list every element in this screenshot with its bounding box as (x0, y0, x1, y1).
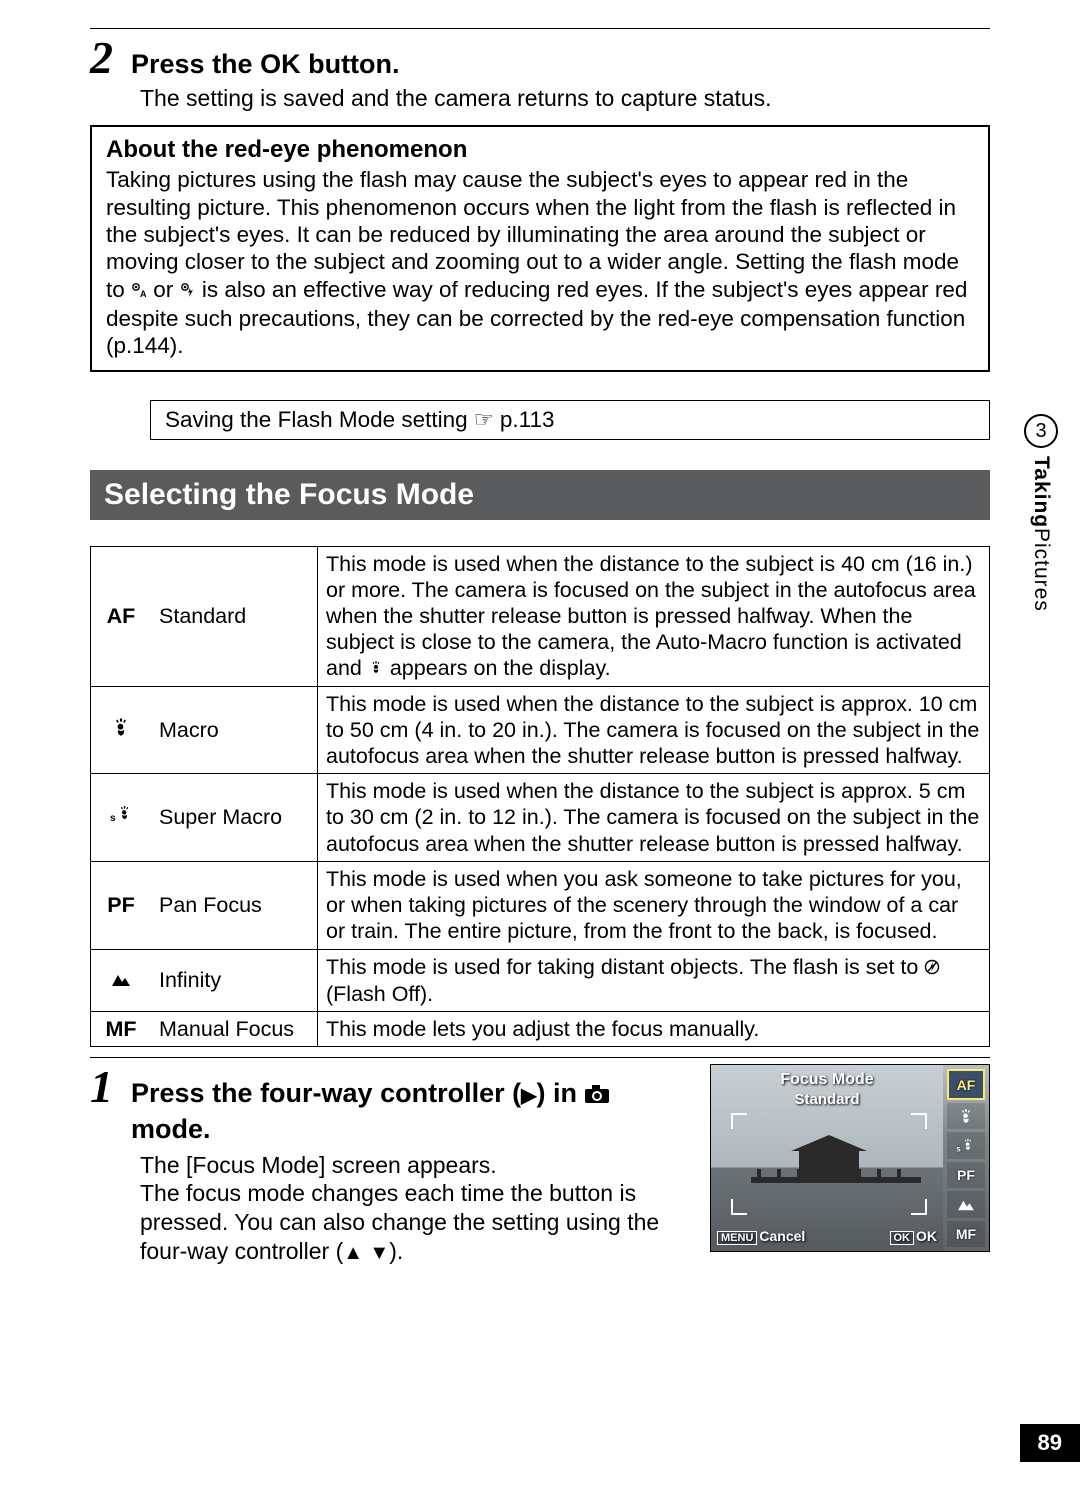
lcd-menu-row: MENUCancel OKOK (717, 1228, 937, 1245)
mode-desc: This mode is used when the distance to t… (318, 546, 990, 686)
redeye-body: Taking pictures using the flash may caus… (106, 166, 974, 359)
up-arrow-icon: ▲ (343, 1242, 363, 1264)
redeye-flash-icon (180, 277, 196, 304)
chapter-title-bold: Taking (1029, 456, 1053, 528)
lcd-option-strip: AF s PF MF (947, 1069, 985, 1247)
svg-text:A: A (140, 289, 147, 298)
step-2-heading: 2 Press the OK button. (90, 28, 990, 82)
mode-name: Super Macro (151, 774, 318, 862)
down-arrow-icon: ▼ (369, 1242, 389, 1264)
af-icon: AF (91, 546, 152, 686)
step-1-title: Press the four-way controller (▶) in mod… (131, 1076, 690, 1146)
lcd-option-pf: PF (947, 1162, 985, 1189)
mode-desc: This mode is used for taking distant obj… (318, 949, 990, 1012)
page-number: 89 (1020, 1424, 1080, 1462)
mode-name: Infinity (151, 949, 318, 1012)
lcd-option-mf: MF (947, 1221, 985, 1248)
table-row: AF Standard This mode is used when the d… (91, 546, 990, 686)
svg-text:s: s (110, 813, 116, 824)
svg-text:s: s (956, 1144, 961, 1153)
lcd-subtitle: Standard (711, 1091, 943, 1108)
lcd-option-infinity (947, 1191, 985, 1218)
text: This mode is used for taking distant obj… (326, 955, 924, 979)
text: Press the (131, 49, 260, 79)
text: AF (107, 604, 136, 628)
chapter-title-rest: Pictures (1029, 528, 1053, 612)
table-row: s Super Macro This mode is used when the… (91, 774, 990, 862)
lcd-screen: Focus Mode Standard MENUCancel OKOK AF s… (710, 1064, 990, 1252)
camera-icon (584, 1084, 610, 1104)
text: mode. (131, 1114, 211, 1144)
text: The [Focus Mode] screen appears. (140, 1151, 690, 1180)
cancel-label: Cancel (759, 1228, 805, 1244)
mode-desc: This mode is used when you ask someone t… (318, 861, 990, 949)
focus-mode-table: AF Standard This mode is used when the d… (90, 546, 990, 1048)
redeye-info-box: About the red-eye phenomenon Taking pict… (90, 125, 990, 372)
text: ). (389, 1238, 403, 1264)
flash-off-icon (924, 955, 940, 981)
page-ref: p.113 (500, 407, 555, 433)
mode-desc: This mode lets you adjust the focus manu… (318, 1012, 990, 1047)
redeye-title: About the red-eye phenomenon (106, 135, 974, 164)
mode-name: Pan Focus (151, 861, 318, 949)
lcd-title: Focus Mode (711, 1071, 943, 1089)
step-2-title: Press the OK button. (131, 47, 400, 82)
macro-icon (91, 686, 152, 774)
text: Press the four-way controller ( (131, 1078, 521, 1108)
right-arrow-icon: ▶ (521, 1085, 536, 1107)
step-2-body: The setting is saved and the camera retu… (140, 84, 990, 113)
pointer-icon: ☞ (474, 407, 494, 433)
mode-desc: This mode is used when the distance to t… (318, 686, 990, 774)
text: MF (105, 1017, 136, 1041)
ok-button-label: OK (890, 1231, 915, 1245)
section-title: Selecting the Focus Mode (90, 470, 990, 520)
mode-name: Manual Focus (151, 1012, 318, 1047)
text: Saving the Flash Mode setting (165, 407, 468, 433)
focus-bracket (911, 1113, 927, 1129)
chapter-tab: 3 Taking Pictures (1024, 414, 1058, 612)
ok-ok: OKOK (890, 1228, 938, 1245)
pier-silhouette (751, 1143, 921, 1183)
table-row: Infinity This mode is used for taking di… (91, 949, 990, 1012)
text: (Flash Off). (326, 982, 433, 1006)
chapter-number: 3 (1024, 414, 1058, 448)
mode-name: Standard (151, 546, 318, 686)
text: PF (107, 893, 134, 917)
focus-bracket (731, 1113, 747, 1129)
text: appears on the display. (390, 656, 611, 680)
table-row: PF Pan Focus This mode is used when you … (91, 861, 990, 949)
step-1-body: The [Focus Mode] screen appears. The foc… (140, 1151, 690, 1266)
redeye-auto-icon: A (131, 277, 147, 304)
step-1-number: 1 (90, 1064, 113, 1110)
text: is also an effective way of reducing red… (106, 277, 967, 358)
step-2-number: 2 (90, 35, 113, 81)
lcd-option-macro (947, 1103, 985, 1130)
text: The focus mode changes each time the but… (140, 1179, 690, 1266)
ok-label: OK (916, 1228, 937, 1244)
lcd-option-smacro: s (947, 1132, 985, 1159)
macro-icon (368, 659, 384, 681)
pf-icon: PF (91, 861, 152, 949)
text: button. (301, 49, 400, 79)
lcd-option-af: AF (947, 1069, 985, 1100)
table-row: MF Manual Focus This mode lets you adjus… (91, 1012, 990, 1047)
table-row: Macro This mode is used when the distanc… (91, 686, 990, 774)
menu-cancel: MENUCancel (717, 1228, 805, 1245)
focus-bracket (731, 1199, 747, 1215)
text: or (153, 277, 179, 302)
ok-label: OK (260, 49, 301, 79)
super-macro-icon: s (91, 774, 152, 862)
mode-desc: This mode is used when the distance to t… (318, 774, 990, 862)
mode-name: Macro (151, 686, 318, 774)
save-flash-ref: Saving the Flash Mode setting ☞ p.113 (150, 400, 990, 440)
menu-button-label: MENU (717, 1231, 757, 1245)
infinity-icon (91, 949, 152, 1012)
text: ) in (536, 1078, 584, 1108)
focus-bracket (911, 1199, 927, 1215)
mf-icon: MF (91, 1012, 152, 1047)
